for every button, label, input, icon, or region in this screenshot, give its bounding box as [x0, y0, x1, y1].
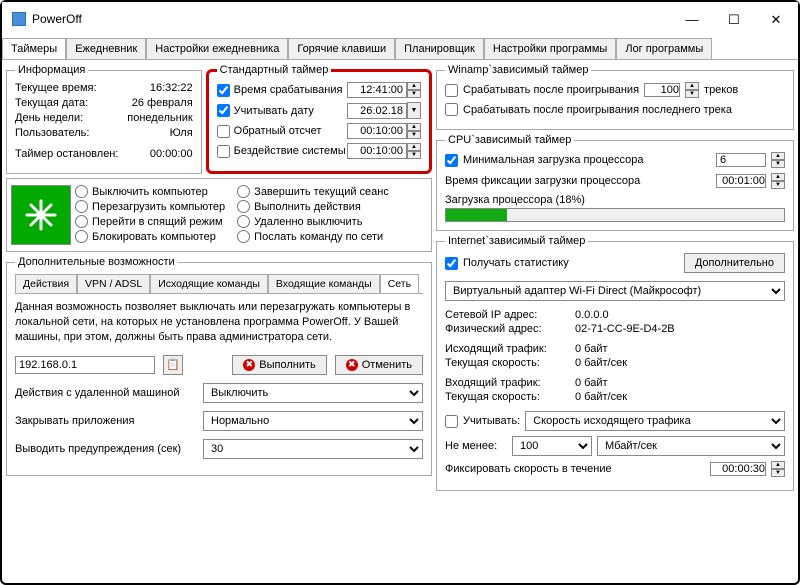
advanced-button[interactable]: Дополнительно [684, 253, 785, 273]
tab-6[interactable]: Лог программы [616, 38, 712, 59]
close-apps-label: Закрывать приложения [15, 415, 195, 427]
countdown-input[interactable] [347, 123, 407, 139]
winamp-group: Winamp`зависимый таймер Срабатывать посл… [436, 64, 794, 130]
cpu-minload-checkbox[interactable] [445, 154, 458, 167]
adapter-select[interactable]: Виртуальный адаптер Wi-Fi Direct (Майкро… [445, 281, 785, 301]
close-button[interactable]: ✕ [764, 10, 788, 28]
standard-timer-group: Стандартный таймер Время срабатывания ▲▼… [206, 64, 432, 174]
extra-group: Дополнительные возможности ДействияVPN /… [6, 256, 432, 476]
spin-up[interactable]: ▲ [407, 82, 421, 90]
trigger-time-checkbox[interactable]: Время срабатывания [217, 84, 347, 97]
action-radio[interactable]: Перейти в спящий режим [75, 215, 225, 228]
remote-action-label: Действия с удаленной машиной [15, 387, 195, 399]
spin-up[interactable]: ▲ [407, 123, 421, 131]
action-radio[interactable]: Выполнить действия [237, 200, 389, 213]
cpu-progress [445, 208, 785, 222]
atleast-select[interactable]: 100 [512, 436, 592, 456]
tab-4[interactable]: Планировщик [395, 38, 484, 59]
tab-5[interactable]: Настройки программы [484, 38, 616, 59]
idle-checkbox[interactable]: Бездействие системы [217, 145, 347, 158]
spin-down[interactable]: ▼ [407, 151, 421, 159]
spin-down[interactable]: ▼ [407, 90, 421, 98]
action-radio[interactable]: Блокировать компьютер [75, 230, 225, 243]
info-legend: Информация [15, 64, 88, 76]
ip-input[interactable] [15, 356, 155, 374]
trigger-time-input[interactable] [347, 82, 407, 98]
subtab-1[interactable]: VPN / ADSL [77, 274, 150, 293]
info-group: Информация Текущее время:16:32:22Текущая… [6, 64, 202, 174]
fixspeed-input[interactable] [710, 462, 766, 476]
standard-timer-legend: Стандартный таймер [217, 64, 332, 76]
tracks-input[interactable] [644, 83, 680, 97]
subtab-3[interactable]: Входящие команды [268, 274, 380, 293]
titlebar: PowerOff — ☐ ✕ [2, 2, 798, 36]
app-icon [12, 12, 26, 26]
tab-0[interactable]: Таймеры [2, 38, 66, 59]
date-checkbox[interactable]: Учитывать дату [217, 104, 347, 117]
execute-button[interactable]: ✖Выполнить [232, 355, 326, 375]
date-input[interactable] [347, 103, 407, 119]
tab-3[interactable]: Горячие клавиши [288, 38, 395, 59]
action-radio[interactable]: Завершить текущий сеанс [237, 185, 389, 198]
cpu-minload-input[interactable] [716, 153, 766, 167]
cpu-group: CPU`зависимый таймер Минимальная загрузк… [436, 134, 794, 231]
action-radio[interactable]: Перезагрузить компьютер [75, 200, 225, 213]
consider-select[interactable]: Скорость исходящего трафика [525, 411, 785, 431]
internet-group: Internet`зависимый таймер Получать стати… [436, 235, 794, 491]
internet-legend: Internet`зависимый таймер [445, 235, 588, 247]
warn-label: Выводить предупреждения (сек) [15, 443, 195, 455]
spin-down[interactable]: ▼ [407, 131, 421, 139]
consider-checkbox[interactable] [445, 415, 458, 428]
cpu-load-label: Загрузка процессора (18%) [445, 194, 785, 206]
winamp-afterlast-checkbox[interactable] [445, 103, 458, 116]
countdown-checkbox[interactable]: Обратный отсчет [217, 125, 347, 138]
timer-stopped-label: Таймер остановлен: [15, 148, 118, 160]
warn-select[interactable]: 30 [203, 439, 423, 459]
action-radio[interactable]: Удаленно выключить [237, 215, 389, 228]
winamp-legend: Winamp`зависимый таймер [445, 64, 591, 76]
cpu-legend: CPU`зависимый таймер [445, 134, 574, 146]
maximize-button[interactable]: ☐ [722, 10, 746, 28]
browse-button[interactable]: 📋 [163, 355, 183, 375]
action-radio[interactable]: Послать команду по сети [237, 230, 389, 243]
remote-action-select[interactable]: Выключить [203, 383, 423, 403]
actions-group: Выключить компьютер Перезагрузить компьют… [6, 178, 432, 252]
subtab-0[interactable]: Действия [15, 274, 77, 293]
idle-input[interactable] [347, 143, 407, 159]
winamp-afterplay-checkbox[interactable] [445, 84, 458, 97]
cpu-fixtime-input[interactable] [716, 174, 766, 188]
spin-up[interactable]: ▲ [407, 143, 421, 151]
minimize-button[interactable]: — [680, 10, 704, 28]
subtab-4[interactable]: Сеть [380, 274, 419, 293]
unit-select[interactable]: Мбайт/сек [597, 436, 785, 456]
cancel-button[interactable]: ✖Отменить [335, 355, 423, 375]
action-radio[interactable]: Выключить компьютер [75, 185, 225, 198]
network-desc: Данная возможность позволяет выключать и… [15, 300, 423, 345]
main-tabs: ТаймерыЕжедневникНастройки ежедневникаГо… [2, 36, 798, 60]
extra-legend: Дополнительные возможности [15, 256, 178, 268]
poweroff-icon [11, 185, 71, 245]
subtab-2[interactable]: Исходящие команды [150, 274, 268, 293]
get-stats-checkbox[interactable] [445, 257, 458, 270]
close-apps-select[interactable]: Нормально [203, 411, 423, 431]
tab-1[interactable]: Ежедневник [66, 38, 146, 59]
date-dropdown[interactable]: ▼ [407, 102, 421, 119]
window-title: PowerOff [32, 12, 680, 26]
tab-2[interactable]: Настройки ежедневника [146, 38, 288, 59]
timer-stopped-value: 00:00:00 [150, 148, 193, 160]
